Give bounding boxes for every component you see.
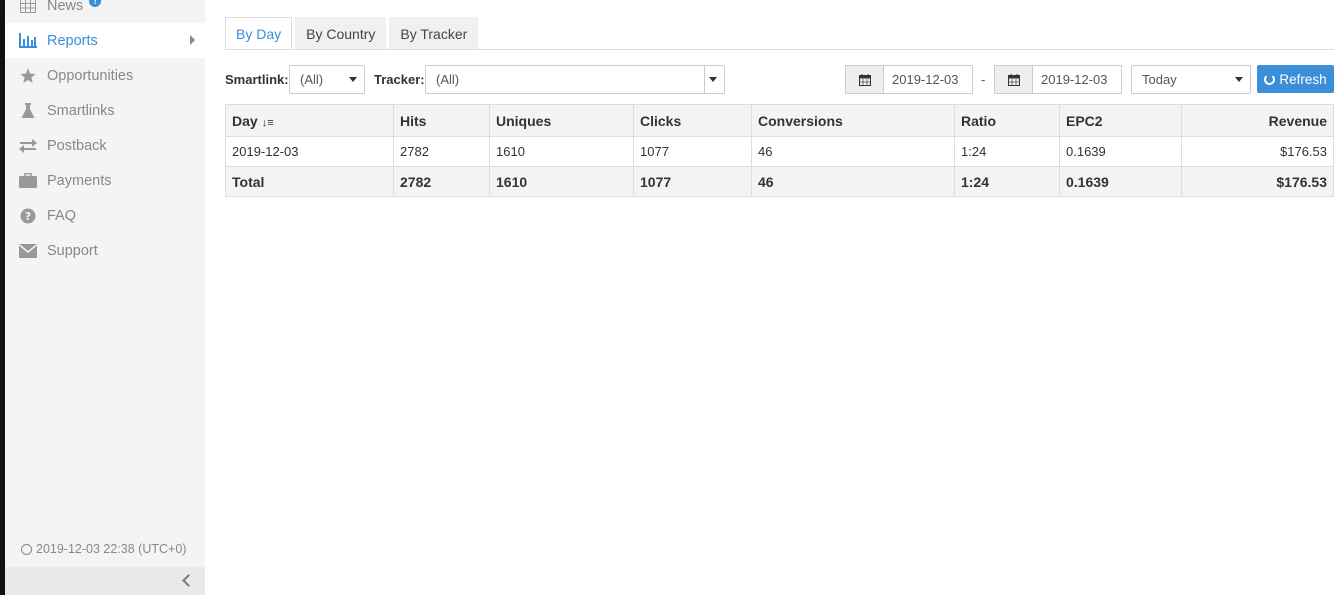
bar-chart-icon bbox=[18, 31, 38, 51]
column-header-clicks[interactable]: Clicks bbox=[633, 104, 752, 137]
sidebar-item-label: Postback bbox=[47, 137, 107, 154]
cell-hits: 2782 bbox=[393, 136, 490, 167]
total-revenue: $176.53 bbox=[1181, 166, 1334, 197]
flask-icon bbox=[18, 101, 38, 121]
sidebar-collapse-button[interactable] bbox=[5, 567, 205, 595]
calendar-grid-icon bbox=[18, 0, 38, 16]
smartlink-label: Smartlink: bbox=[225, 72, 289, 87]
table-header-row: Day ↓≡ Hits Uniques Clicks Conversions Ra… bbox=[225, 104, 1334, 137]
chevron-right-icon bbox=[190, 35, 195, 45]
clock-icon bbox=[21, 543, 32, 555]
chevron-left-icon bbox=[182, 574, 195, 587]
sort-desc-icon: ↓≡ bbox=[261, 116, 274, 129]
sidebar-item-label: Support bbox=[47, 242, 98, 259]
total-clicks: 1077 bbox=[633, 166, 752, 197]
envelope-icon bbox=[18, 241, 38, 261]
sidebar-item-opportunities[interactable]: Opportunities bbox=[5, 58, 205, 93]
refresh-icon bbox=[1264, 73, 1276, 85]
cell-uniques: 1610 bbox=[489, 136, 634, 167]
cell-ratio: 1:24 bbox=[954, 136, 1060, 167]
tab-by-tracker[interactable]: By Tracker bbox=[389, 17, 479, 50]
column-header-day[interactable]: Day ↓≡ bbox=[225, 104, 394, 137]
date-to-picker[interactable]: 2019-12-03 bbox=[994, 65, 1122, 94]
date-to-input[interactable]: 2019-12-03 bbox=[1032, 65, 1122, 94]
total-conversions: 46 bbox=[751, 166, 955, 197]
refresh-button[interactable]: Refresh bbox=[1257, 65, 1334, 93]
sidebar-item-support[interactable]: Support bbox=[5, 233, 205, 268]
sidebar-item-label: Smartlinks bbox=[47, 102, 115, 119]
table-total-row: Total 2782 1610 1077 46 1:24 0.1639 $176… bbox=[225, 166, 1334, 197]
report-table: Day ↓≡ Hits Uniques Clicks Conversions Ra… bbox=[225, 104, 1334, 197]
report-tabs: By Day By Country By Tracker bbox=[225, 17, 481, 50]
cell-day: 2019-12-03 bbox=[225, 136, 394, 167]
column-header-ratio[interactable]: Ratio bbox=[954, 104, 1060, 137]
total-epc2: 0.1639 bbox=[1059, 166, 1182, 197]
caret-down-icon bbox=[349, 77, 357, 82]
sidebar-item-faq[interactable]: ? FAQ bbox=[5, 198, 205, 233]
server-time: 2019-12-03 22:38 (UTC+0) bbox=[36, 542, 187, 556]
column-header-epc2[interactable]: EPC2 bbox=[1059, 104, 1182, 137]
cell-epc2: 0.1639 bbox=[1059, 136, 1182, 167]
tracker-select-value: (All) bbox=[436, 72, 460, 87]
sidebar-item-postback[interactable]: Postback bbox=[5, 128, 205, 163]
sidebar-item-payments[interactable]: Payments bbox=[5, 163, 205, 198]
total-hits: 2782 bbox=[393, 166, 490, 197]
svg-text:?: ? bbox=[25, 210, 31, 223]
tracker-label: Tracker: bbox=[374, 72, 425, 87]
exchange-arrows-icon bbox=[18, 136, 38, 156]
sidebar-item-label: FAQ bbox=[47, 207, 77, 224]
info-badge-icon: ! bbox=[89, 0, 102, 7]
sidebar: News ! Reports Opportunities Smartlinks … bbox=[5, 0, 205, 595]
sidebar-item-label: Payments bbox=[47, 172, 112, 189]
sidebar-item-label: Opportunities bbox=[47, 67, 134, 84]
column-header-hits[interactable]: Hits bbox=[393, 104, 490, 137]
table-row: 2019-12-03 2782 1610 1077 46 1:24 0.1639… bbox=[225, 136, 1334, 167]
sidebar-item-label: News bbox=[47, 0, 84, 14]
sidebar-item-news[interactable]: News ! bbox=[5, 0, 205, 23]
period-select-value: Today bbox=[1142, 72, 1177, 87]
total-ratio: 1:24 bbox=[954, 166, 1060, 197]
tabs-divider bbox=[225, 49, 1334, 50]
select-divider bbox=[704, 66, 705, 93]
caret-down-icon bbox=[709, 77, 717, 82]
tab-by-day[interactable]: By Day bbox=[225, 17, 293, 50]
date-from-picker[interactable]: 2019-12-03 bbox=[845, 65, 973, 94]
sidebar-item-reports[interactable]: Reports bbox=[5, 23, 205, 58]
smartlink-select[interactable]: (All) bbox=[289, 65, 365, 94]
tab-by-country[interactable]: By Country bbox=[295, 17, 387, 50]
main-content: By Day By Country By Tracker Smartlink: … bbox=[205, 0, 1344, 595]
date-range-separator: - bbox=[981, 72, 986, 87]
sidebar-item-label: Reports bbox=[47, 32, 98, 49]
smartlink-select-value: (All) bbox=[300, 72, 324, 87]
question-circle-icon: ? bbox=[18, 206, 38, 226]
star-icon bbox=[18, 66, 38, 86]
cell-revenue: $176.53 bbox=[1181, 136, 1334, 167]
caret-down-icon bbox=[1235, 77, 1243, 82]
date-from-input[interactable]: 2019-12-03 bbox=[883, 65, 973, 94]
calendar-icon[interactable] bbox=[845, 65, 883, 94]
cell-conversions: 46 bbox=[751, 136, 955, 167]
calendar-icon[interactable] bbox=[994, 65, 1032, 94]
refresh-label: Refresh bbox=[1279, 71, 1327, 87]
total-uniques: 1610 bbox=[489, 166, 634, 197]
column-header-revenue[interactable]: Revenue bbox=[1181, 104, 1334, 137]
column-header-conversions[interactable]: Conversions bbox=[751, 104, 955, 137]
sidebar-item-smartlinks[interactable]: Smartlinks bbox=[5, 93, 205, 128]
server-clock: 2019-12-03 22:38 (UTC+0) bbox=[21, 542, 186, 556]
total-label: Total bbox=[225, 166, 394, 197]
period-select[interactable]: Today bbox=[1131, 65, 1251, 94]
briefcase-icon bbox=[18, 171, 38, 191]
column-header-uniques[interactable]: Uniques bbox=[489, 104, 634, 137]
cell-clicks: 1077 bbox=[633, 136, 752, 167]
tracker-select[interactable]: (All) bbox=[425, 65, 725, 94]
